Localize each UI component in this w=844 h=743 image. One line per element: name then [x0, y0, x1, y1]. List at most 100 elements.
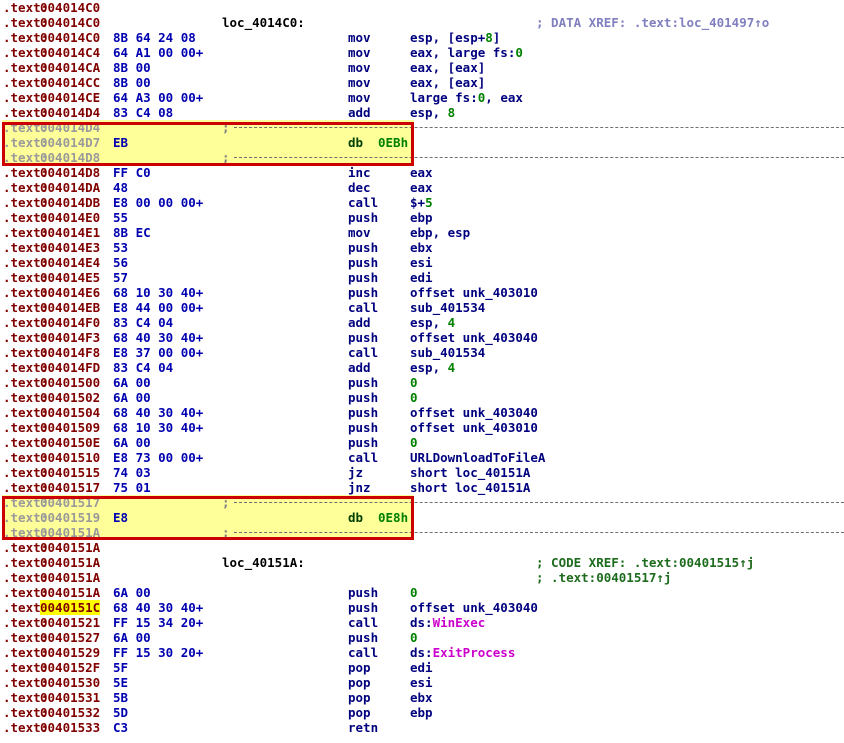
line-address[interactable]: 00401510 — [40, 450, 100, 465]
disasm-line[interactable]: .text: 00401519 E8 db 0E8h — [0, 510, 844, 525]
line-address[interactable]: 00401530 — [40, 675, 100, 690]
instruction-operands[interactable]: 0 — [410, 435, 418, 450]
disasm-line[interactable]: .text: 004014D8 FF C0 inc eax — [0, 165, 844, 180]
line-address[interactable]: 0040151A — [40, 570, 100, 585]
line-address[interactable]: 0040151A — [40, 555, 100, 570]
instruction-operands[interactable]: offset unk_403010 — [410, 285, 538, 300]
instruction-operands[interactable]: short loc_40151A — [410, 480, 530, 495]
disasm-line[interactable]: .text: 004014E6 68 10 30 40+ push offset unk… — [0, 285, 844, 300]
instruction-operands[interactable]: 0 — [410, 585, 418, 600]
disasm-line[interactable]: .text: 00401500 6A 00 push 0 — [0, 375, 844, 390]
instruction-operands[interactable]: 0 — [410, 375, 418, 390]
line-address[interactable]: 00401509 — [40, 420, 100, 435]
disasm-line[interactable]: .text: 004014E4 56 push esi — [0, 255, 844, 270]
disasm-line[interactable]: .text: 00401531 5B pop ebx — [0, 690, 844, 705]
disasm-line[interactable]: .text: 0040151A; — [0, 525, 844, 540]
disasm-line[interactable]: .text: 004014D8; — [0, 150, 844, 165]
line-address[interactable]: 004014E0 — [40, 210, 100, 225]
disasm-line[interactable]: .text: 004014CE 64 A3 00 00+ mov large fs:0,… — [0, 90, 844, 105]
line-address[interactable]: 004014CA — [40, 60, 100, 75]
disasm-line[interactable]: .text: 004014D4 83 C4 08 add esp, 8 — [0, 105, 844, 120]
instruction-operands[interactable]: ds:WinExec — [410, 615, 485, 630]
line-address[interactable]: 00401533 — [40, 720, 100, 735]
line-address[interactable]: 004014C0 — [40, 0, 100, 15]
instruction-operands[interactable]: ebx — [410, 240, 433, 255]
disasm-line[interactable]: .text: 0040151C 68 40 30 40+ push offset unk… — [0, 599, 844, 615]
line-address[interactable]: 00401502 — [40, 390, 100, 405]
disasm-line[interactable]: .text: 0040151A 6A 00 push 0 — [0, 585, 844, 600]
instruction-operands[interactable]: esp, 8 — [410, 105, 455, 120]
line-address[interactable]: 00401521 — [40, 615, 100, 630]
instruction-operands[interactable]: short loc_40151A — [410, 465, 530, 480]
instruction-operands[interactable]: edi — [410, 270, 433, 285]
line-address[interactable]: 004014D4 — [40, 120, 100, 135]
instruction-operands[interactable]: offset unk_403040 — [410, 405, 538, 420]
import-name[interactable]: WinExec — [433, 615, 486, 630]
line-address[interactable]: 00401531 — [40, 690, 100, 705]
disasm-line[interactable]: .text: 004014C0 8B 64 24 08 mov esp, [esp+8] — [0, 30, 844, 45]
line-address[interactable]: 004014E3 — [40, 240, 100, 255]
line-address[interactable]: 004014C4 — [40, 45, 100, 60]
disasm-line[interactable]: .text: 0040151A loc_40151A:; CODE XREF: .t… — [0, 555, 844, 570]
disasm-line[interactable]: .text: 00401527 6A 00 push 0 — [0, 630, 844, 645]
import-name[interactable]: ExitProcess — [433, 645, 516, 660]
line-address[interactable]: 00401500 — [40, 375, 100, 390]
instruction-operands[interactable]: ebp — [410, 210, 433, 225]
disasm-line[interactable]: .text: 004014CA 8B 00 mov eax, [eax] — [0, 60, 844, 75]
line-address[interactable]: 00401519 — [40, 510, 100, 525]
disasm-line[interactable]: .text: 004014E1 8B EC mov ebp, esp — [0, 225, 844, 240]
instruction-operands[interactable]: esp, [esp+8] — [410, 30, 500, 45]
disasm-line[interactable]: .text: 004014C4 64 A1 00 00+ mov eax, large … — [0, 45, 844, 60]
line-address[interactable]: 004014FD — [40, 360, 100, 375]
line-address[interactable]: 0040152F — [40, 660, 100, 675]
disasm-line[interactable]: .text: 00401529 FF 15 30 20+ call ds:ExitPro… — [0, 645, 844, 660]
disasm-line[interactable]: .text: 004014C0 loc_4014C0:; DATA XREF: .t… — [0, 15, 844, 30]
line-address[interactable]: 0040151A — [40, 525, 100, 540]
disasm-line[interactable]: .text: 00401530 5E pop esi — [0, 675, 844, 690]
disasm-line[interactable]: .text: 004014F0 83 C4 04 add esp, 4 — [0, 315, 844, 330]
line-address[interactable]: 004014E6 — [40, 285, 100, 300]
instruction-operands[interactable]: esi — [410, 255, 433, 270]
disasm-line[interactable]: .text: 00401515 74 03 jz short loc_40151A — [0, 465, 844, 480]
line-address[interactable]: 00401527 — [40, 630, 100, 645]
instruction-operands[interactable]: $+5 — [410, 195, 433, 210]
line-address[interactable]: 004014EB — [40, 300, 100, 315]
line-address[interactable]: 004014D4 — [40, 105, 100, 120]
line-address[interactable]: 004014E4 — [40, 255, 100, 270]
line-address[interactable]: 004014E1 — [40, 225, 100, 240]
instruction-operands[interactable]: sub_401534 — [410, 345, 485, 360]
disasm-line[interactable]: .text: 00401509 68 10 30 40+ push offset unk… — [0, 420, 844, 435]
disasm-line[interactable]: .text: 00401510 E8 73 00 00+ call URLDownloa… — [0, 450, 844, 465]
disasm-line[interactable]: .text: 00401502 6A 00 push 0 — [0, 390, 844, 405]
disasm-line[interactable]: .text: 004014C0 — [0, 0, 844, 15]
code-label[interactable]: loc_40151A: — [222, 555, 305, 570]
line-address[interactable]: 0040151A — [40, 540, 100, 555]
disasm-line[interactable]: .text: 004014EB E8 44 00 00+ call sub_401534 — [0, 300, 844, 315]
instruction-operands[interactable]: eax — [410, 180, 433, 195]
line-address[interactable]: 0040151C — [40, 599, 101, 615]
cross-reference-comment[interactable]: ; CODE XREF: .text:00401515↑j — [536, 555, 754, 570]
instruction-operands[interactable]: edi — [410, 660, 433, 675]
line-address[interactable]: 004014DA — [40, 180, 100, 195]
disasm-line[interactable]: .text: 004014F8 E8 37 00 00+ call sub_401534 — [0, 345, 844, 360]
line-address[interactable]: 00401504 — [40, 405, 100, 420]
line-address[interactable]: 0040151A — [40, 585, 100, 600]
cross-reference-comment[interactable]: ; .text:00401517↑j — [536, 570, 671, 585]
instruction-operands[interactable]: 0 — [410, 390, 418, 405]
disasm-line[interactable]: .text: 00401532 5D pop ebp — [0, 705, 844, 720]
code-label[interactable]: loc_4014C0: — [222, 15, 305, 30]
line-address[interactable]: 004014D8 — [40, 165, 100, 180]
instruction-operands[interactable]: eax, large fs:0 — [410, 45, 523, 60]
instruction-operands[interactable]: eax — [410, 165, 433, 180]
instruction-operands[interactable]: ds:ExitProcess — [410, 645, 515, 660]
instruction-operands[interactable]: URLDownloadToFileA — [410, 450, 545, 465]
instruction-operands[interactable]: esi — [410, 675, 433, 690]
disasm-line[interactable]: .text: 004014CC 8B 00 mov eax, [eax] — [0, 75, 844, 90]
line-address[interactable]: 0040150E — [40, 435, 100, 450]
line-address[interactable]: 004014F0 — [40, 315, 100, 330]
disasm-line[interactable]: .text: 0040152F 5F pop edi — [0, 660, 844, 675]
instruction-operands[interactable]: eax, [eax] — [410, 60, 485, 75]
instruction-operands[interactable]: sub_401534 — [410, 300, 485, 315]
instruction-operands[interactable]: offset unk_403040 — [410, 600, 538, 615]
disasm-line[interactable]: .text: 004014D4; — [0, 120, 844, 135]
